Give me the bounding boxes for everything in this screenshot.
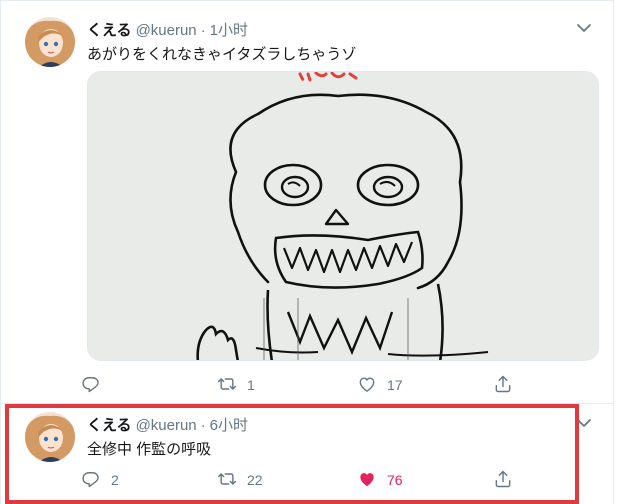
- timeline: くえる @kuerun · 1小时 あがりをくれなきゃイタズラしちゃうゾ 1 1…: [0, 0, 614, 504]
- like-button[interactable]: 76: [357, 468, 403, 492]
- retweet-count: 1: [247, 377, 255, 393]
- tweet[interactable]: くえる @kuerun · 6小时 全修中 作監の呼吸 2 22 76: [1, 404, 613, 500]
- retweet-button[interactable]: 22: [217, 468, 263, 492]
- display-name[interactable]: くえる: [87, 22, 132, 39]
- tweet-header: くえる @kuerun · 1小时: [87, 19, 248, 40]
- chevron-down-icon[interactable]: [575, 19, 593, 37]
- heart-icon: [357, 374, 377, 397]
- retweet-icon: [217, 469, 237, 492]
- user-handle[interactable]: @kuerun: [136, 22, 197, 39]
- share-icon: [493, 374, 513, 397]
- like-button[interactable]: 17: [357, 373, 403, 397]
- tweet[interactable]: くえる @kuerun · 1小时 あがりをくれなきゃイタズラしちゃうゾ 1 1…: [1, 0, 613, 404]
- reply-count: 2: [111, 472, 119, 488]
- tweet-image[interactable]: [87, 71, 599, 361]
- reply-icon: [81, 374, 101, 397]
- user-handle[interactable]: @kuerun: [136, 417, 197, 434]
- retweet-icon: [217, 374, 237, 397]
- separator: ·: [200, 417, 206, 434]
- retweet-count: 22: [247, 472, 263, 488]
- tweet-text: 全修中 作監の呼吸: [87, 441, 212, 458]
- timestamp[interactable]: 1小时: [210, 22, 248, 39]
- tweet-header: くえる @kuerun · 6小时: [87, 414, 248, 435]
- tweet-actions: 2 22 76: [81, 468, 521, 492]
- like-count: 76: [387, 472, 403, 488]
- avatar[interactable]: [25, 412, 75, 462]
- avatar[interactable]: [25, 17, 75, 67]
- tweet-text: あがりをくれなきゃイタズラしちゃうゾ: [87, 46, 357, 63]
- reply-button[interactable]: 2: [81, 468, 119, 492]
- chevron-down-icon[interactable]: [575, 414, 593, 432]
- like-count: 17: [387, 377, 403, 393]
- display-name[interactable]: くえる: [87, 417, 132, 434]
- reply-icon: [81, 469, 101, 492]
- timestamp[interactable]: 6小时: [210, 417, 248, 434]
- reply-button[interactable]: [81, 373, 111, 397]
- share-button[interactable]: [493, 373, 513, 397]
- tweet-actions: 1 17: [81, 373, 521, 397]
- retweet-button[interactable]: 1: [217, 373, 255, 397]
- separator: ·: [200, 22, 206, 39]
- share-button[interactable]: [493, 468, 513, 492]
- share-icon: [493, 469, 513, 492]
- heart-icon: [357, 469, 377, 492]
